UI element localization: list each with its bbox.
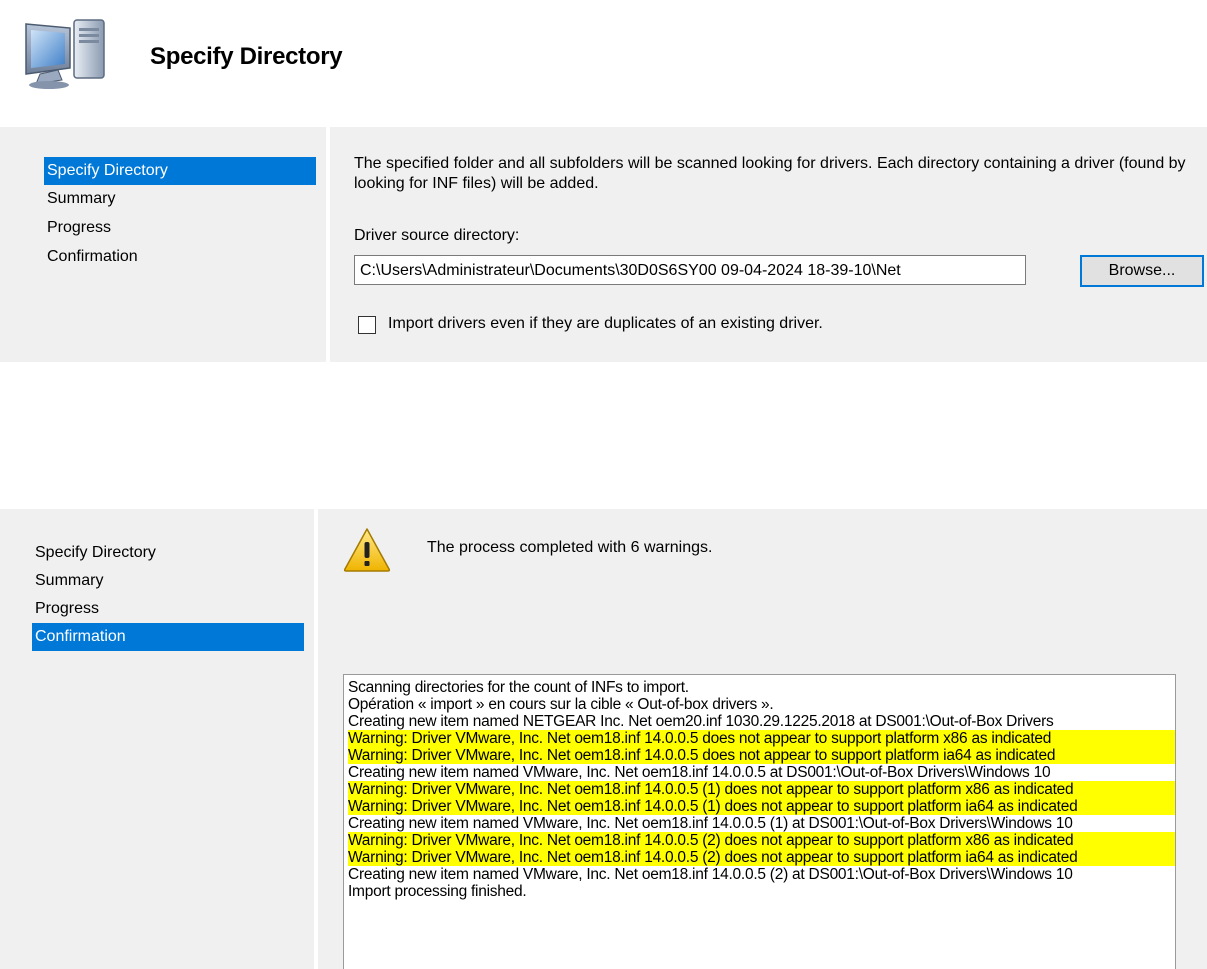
- status-message: The process completed with 6 warnings.: [427, 539, 713, 556]
- page-title: Specify Directory: [150, 43, 343, 70]
- log-line: Import processing finished.: [348, 883, 527, 900]
- description-text: The specified folder and all subfolders …: [354, 155, 1186, 192]
- nav-item-specify-directory[interactable]: Specify Directory: [32, 539, 304, 567]
- log-line: Creating new item named NETGEAR Inc. Net…: [348, 713, 1054, 730]
- log-line: Creating new item named VMware, Inc. Net…: [348, 866, 1073, 883]
- browse-button[interactable]: Browse...: [1080, 255, 1204, 287]
- nav-item-confirmation[interactable]: Confirmation: [32, 623, 304, 651]
- nav-item-specify-directory[interactable]: Specify Directory: [44, 157, 316, 185]
- import-duplicates-label[interactable]: Import drivers even if they are duplicat…: [388, 315, 823, 333]
- nav-item-progress[interactable]: Progress: [44, 214, 316, 242]
- log-line-warning: Warning: Driver VMware, Inc. Net oem18.i…: [348, 849, 1175, 866]
- source-directory-label: Driver source directory:: [354, 227, 520, 244]
- specify-directory-panel: Specify Directory Summary Progress Confi…: [0, 127, 1207, 362]
- warning-icon: [343, 528, 391, 572]
- nav-item-summary[interactable]: Summary: [32, 567, 304, 595]
- confirmation-panel: Specify Directory Summary Progress Confi…: [0, 509, 1207, 969]
- wizard-nav: Specify Directory Summary Progress Confi…: [0, 127, 326, 362]
- wizard-header: Specify Directory: [0, 0, 1207, 105]
- log-line: Scanning directories for the count of IN…: [348, 679, 689, 696]
- log-line-warning: Warning: Driver VMware, Inc. Net oem18.i…: [348, 747, 1175, 764]
- specify-directory-content: The specified folder and all subfolders …: [330, 127, 1207, 362]
- wizard-nav: Specify Directory Summary Progress Confi…: [0, 509, 314, 969]
- computer-icon: [25, 19, 105, 89]
- log-line: Creating new item named VMware, Inc. Net…: [348, 764, 1051, 781]
- panel-divider: [314, 509, 318, 969]
- log-line-warning: Warning: Driver VMware, Inc. Net oem18.i…: [348, 781, 1175, 798]
- nav-item-summary[interactable]: Summary: [44, 185, 316, 213]
- log-line-warning: Warning: Driver VMware, Inc. Net oem18.i…: [348, 730, 1175, 747]
- import-duplicates-checkbox[interactable]: [358, 316, 376, 334]
- log-line-warning: Warning: Driver VMware, Inc. Net oem18.i…: [348, 798, 1175, 815]
- log-line: Creating new item named VMware, Inc. Net…: [348, 815, 1073, 832]
- log-line: Opération « import » en cours sur la cib…: [348, 696, 774, 713]
- source-directory-input[interactable]: C:\Users\Administrateur\Documents\30D0S6…: [354, 255, 1026, 285]
- nav-item-confirmation[interactable]: Confirmation: [44, 243, 316, 271]
- output-log[interactable]: Scanning directories for the count of IN…: [343, 674, 1176, 969]
- nav-item-progress[interactable]: Progress: [32, 595, 304, 623]
- log-line-warning: Warning: Driver VMware, Inc. Net oem18.i…: [348, 832, 1175, 849]
